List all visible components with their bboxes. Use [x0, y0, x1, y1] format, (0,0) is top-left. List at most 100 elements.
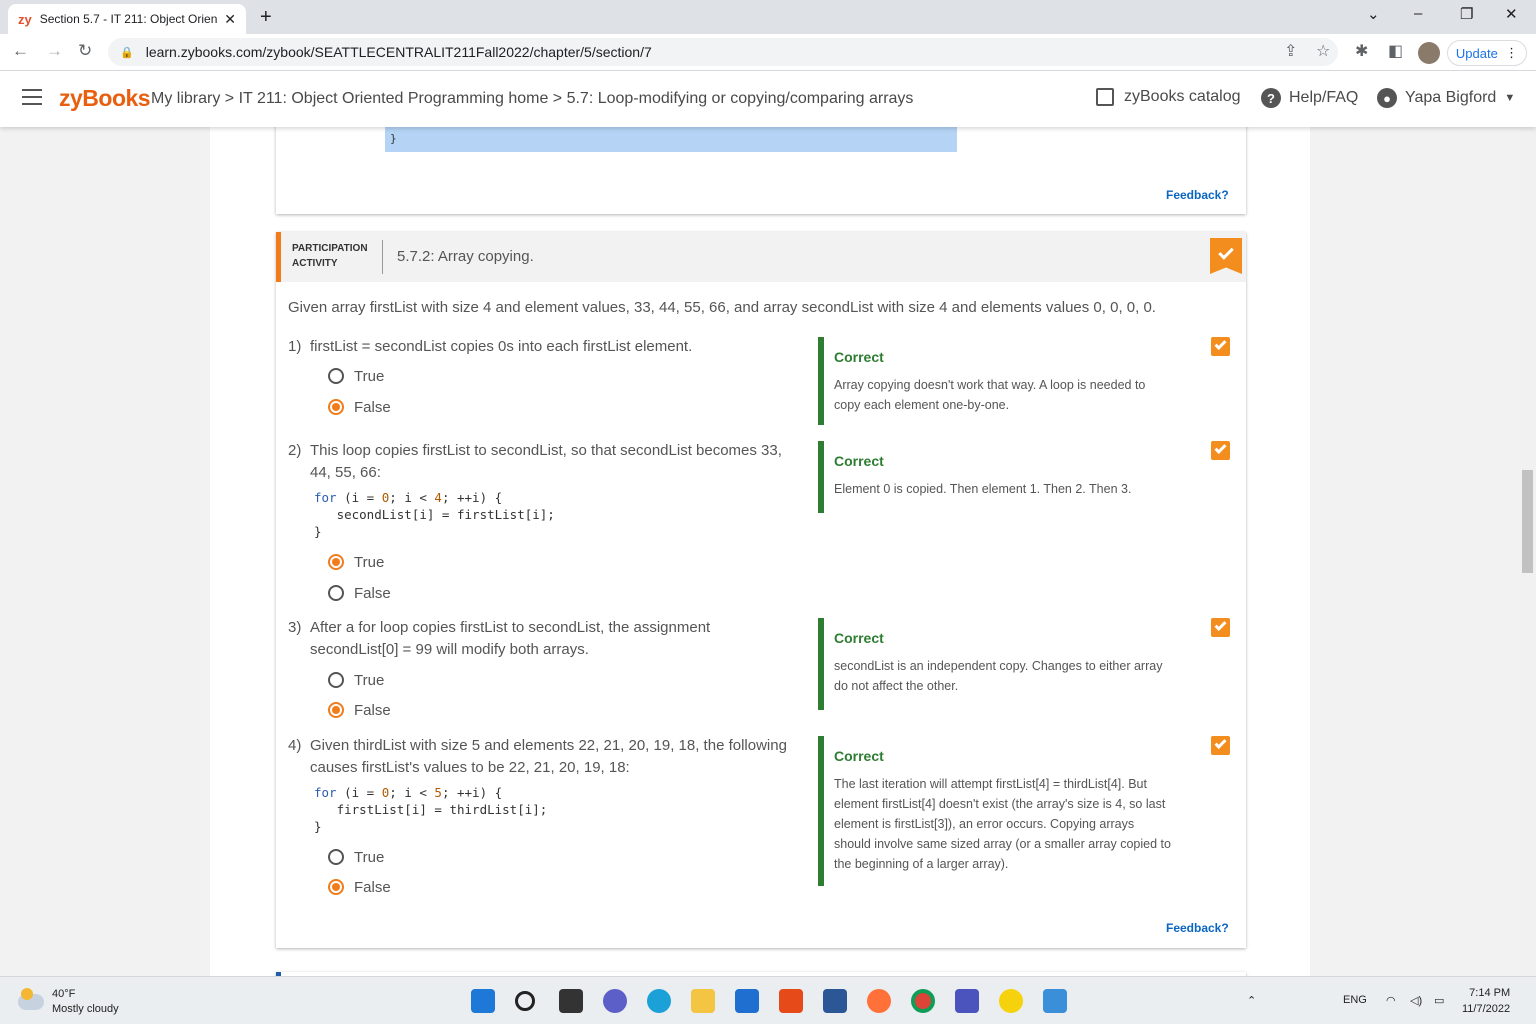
update-button[interactable]: Update ⋮ — [1447, 40, 1527, 66]
feedback-link[interactable]: Feedback? — [1166, 921, 1229, 935]
office-icon[interactable] — [779, 989, 803, 1013]
question-text: This loop copies firstList to secondList… — [310, 442, 782, 481]
explanation-text: The last iteration will attempt firstLis… — [834, 777, 1171, 871]
explanation-text: Array copying doesn't work that way. A l… — [834, 378, 1146, 412]
q1-option-false[interactable]: False — [328, 397, 391, 417]
word-icon[interactable] — [823, 989, 847, 1013]
q2-code-block: for (i = 0; i < 4; ++i) { secondList[i] … — [314, 490, 555, 539]
radio-button[interactable] — [328, 585, 344, 601]
radio-button-selected[interactable] — [328, 399, 344, 415]
store-icon[interactable] — [735, 989, 759, 1013]
chat-icon[interactable] — [603, 989, 627, 1013]
radio-button-selected[interactable] — [328, 879, 344, 895]
catalog-link[interactable]: zyBooks catalog — [1096, 88, 1241, 106]
weather-cloud-icon — [18, 988, 44, 1010]
url-text: learn.zybooks.com/zybook/SEATTLECENTRALI… — [145, 44, 652, 60]
zybooks-logo[interactable]: zyBooks — [59, 85, 151, 112]
option-label: True — [354, 367, 385, 385]
search-icon[interactable] — [515, 991, 535, 1011]
file-explorer-icon[interactable] — [691, 989, 715, 1013]
app-check-icon[interactable] — [999, 989, 1023, 1013]
clock[interactable]: 7:14 PM 11/7/2022 — [1462, 985, 1510, 1017]
zybooks-header: zyBooks My library > IT 211: Object Orie… — [0, 71, 1536, 127]
profile-avatar[interactable] — [1418, 42, 1440, 64]
option-label: False — [354, 878, 391, 896]
forward-icon[interactable]: → — [46, 41, 63, 61]
browser-tab[interactable]: zy Section 5.7 - IT 211: Object Orien ✕ — [8, 4, 246, 34]
close-tab-icon[interactable]: ✕ — [224, 11, 236, 28]
page-content: } Feedback? PARTICIPATION ACTIVITY 5.7.2… — [210, 127, 1310, 976]
menu-icon[interactable] — [22, 89, 42, 105]
q4-option-true[interactable]: True — [328, 847, 384, 867]
help-label: Help/FAQ — [1289, 89, 1359, 106]
scrollbar-thumb[interactable] — [1522, 470, 1533, 573]
q4-option-false[interactable]: False — [328, 877, 391, 897]
volume-icon[interactable]: ◁) — [1410, 994, 1422, 1007]
chevron-down-icon: ▼ — [1504, 92, 1516, 104]
radio-button[interactable] — [328, 672, 344, 688]
bookmark-star-icon[interactable]: ☆ — [1316, 41, 1330, 61]
wifi-icon[interactable]: ◠ — [1386, 994, 1396, 1007]
side-panel-icon[interactable]: ◧ — [1388, 41, 1403, 61]
catalog-label: zyBooks catalog — [1124, 88, 1241, 105]
firefox-icon[interactable] — [867, 989, 891, 1013]
participation-activity-card: PARTICIPATION ACTIVITY 5.7.2: Array copy… — [276, 232, 1246, 948]
activity-header: PARTICIPATION ACTIVITY 5.7.2: Array copy… — [276, 232, 1246, 282]
question-number: 4) — [288, 737, 302, 754]
question-4: 4) Given thirdList with size 5 and eleme… — [288, 735, 788, 779]
reload-icon[interactable]: ↻ — [78, 41, 92, 61]
weather-condition: Mostly cloudy — [52, 1003, 119, 1015]
chrome-icon[interactable] — [911, 989, 935, 1013]
tab-title: Section 5.7 - IT 211: Object Orien — [39, 12, 218, 26]
tab-search-chevron-icon[interactable]: ⌄ — [1367, 5, 1380, 23]
extensions-icon[interactable]: ✱ — [1355, 41, 1368, 61]
minimize-icon[interactable]: – — [1414, 5, 1422, 22]
option-label: False — [354, 398, 391, 416]
q2-option-true[interactable]: True — [328, 552, 384, 572]
question-3: 3) After a for loop copies firstList to … — [288, 617, 788, 661]
new-tab-icon[interactable]: + — [260, 6, 272, 29]
close-window-icon[interactable]: ✕ — [1505, 5, 1518, 23]
time: 7:14 PM — [1469, 987, 1511, 999]
previous-code-block: } — [385, 127, 957, 152]
q2-explanation: Correct Element 0 is copied. Then elemen… — [818, 441, 1184, 513]
photos-icon[interactable] — [1043, 989, 1067, 1013]
date: 11/7/2022 — [1462, 1003, 1511, 1015]
radio-button-selected[interactable] — [328, 554, 344, 570]
q4-check-icon — [1211, 736, 1230, 755]
q3-option-false[interactable]: False — [328, 700, 391, 720]
language-indicator[interactable]: ENG — [1343, 994, 1367, 1006]
option-label: True — [354, 553, 385, 571]
radio-button[interactable] — [328, 368, 344, 384]
option-label: False — [354, 701, 391, 719]
teams-icon[interactable] — [955, 989, 979, 1013]
help-link[interactable]: ? Help/FAQ — [1261, 88, 1358, 108]
result-label: Correct — [834, 630, 884, 646]
weather-widget[interactable]: 40°F Mostly cloudy — [18, 987, 119, 1017]
feedback-link[interactable]: Feedback? — [1166, 188, 1229, 202]
q1-option-true[interactable]: True — [328, 366, 384, 386]
share-icon[interactable]: ⇪ — [1284, 41, 1297, 61]
battery-icon[interactable]: ▭ — [1434, 994, 1444, 1007]
start-icon[interactable] — [471, 989, 495, 1013]
q3-explanation: Correct secondList is an independent cop… — [818, 618, 1184, 710]
q1-explanation: Correct Array copying doesn't work that … — [818, 337, 1184, 425]
q3-option-true[interactable]: True — [328, 670, 384, 690]
tray-chevron-icon[interactable]: ⌃ — [1247, 994, 1256, 1007]
task-view-icon[interactable] — [559, 989, 583, 1013]
address-bar[interactable]: 🔒 learn.zybooks.com/zybook/SEATTLECENTRA… — [108, 38, 1338, 66]
question-number: 3) — [288, 619, 302, 636]
back-icon[interactable]: ← — [12, 41, 29, 61]
activity-label: PARTICIPATION ACTIVITY — [292, 243, 368, 269]
breadcrumb[interactable]: My library > IT 211: Object Oriented Pro… — [151, 90, 913, 108]
restore-icon[interactable]: ❐ — [1460, 5, 1473, 23]
radio-button[interactable] — [328, 849, 344, 865]
q2-option-false[interactable]: False — [328, 583, 391, 603]
edge-icon[interactable] — [647, 989, 671, 1013]
user-name: Yapa Bigford — [1405, 89, 1497, 106]
question-number: 2) — [288, 442, 302, 459]
user-menu[interactable]: ● Yapa Bigford ▼ — [1377, 88, 1515, 108]
radio-button-selected[interactable] — [328, 702, 344, 718]
q4-code-block: for (i = 0; i < 5; ++i) { firstList[i] =… — [314, 785, 548, 834]
question-2: 2) This loop copies firstList to secondL… — [288, 440, 788, 484]
